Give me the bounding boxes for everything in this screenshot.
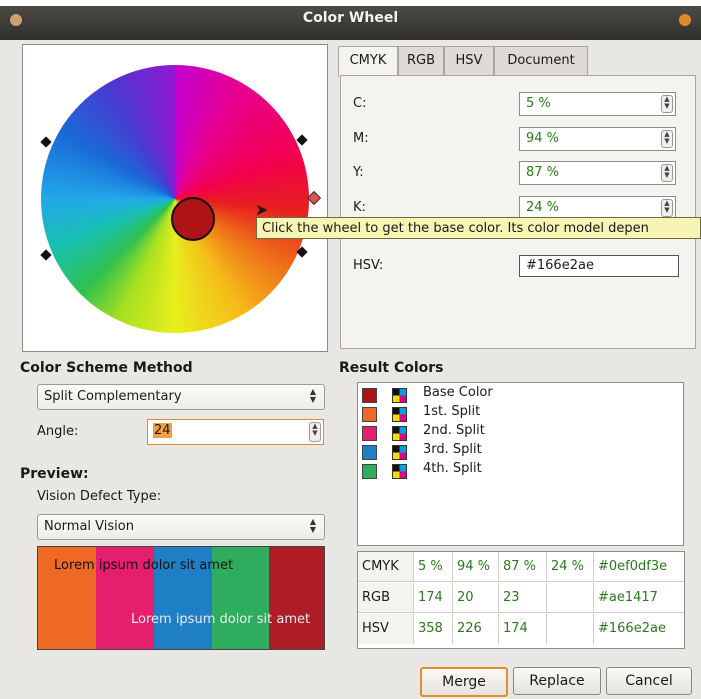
table-cell: 174	[499, 614, 547, 644]
k-stepper-icon[interactable]: ▲ ▼	[661, 199, 673, 217]
table-cell: 87 %	[499, 552, 547, 582]
cmyk-icon	[392, 407, 407, 422]
preview-text-dark: Lorem ipsum dolor sit amet	[54, 558, 234, 573]
cmyk-icon	[392, 388, 407, 403]
replace-button[interactable]: Replace	[513, 667, 601, 695]
preview-text-light: Lorem ipsum dolor sit amet	[131, 612, 311, 627]
m-label: M:	[353, 131, 369, 146]
close-window-icon[interactable]	[679, 14, 691, 26]
y-spinbox[interactable]: 87 % ▲ ▼	[519, 161, 676, 185]
y-stepper-icon[interactable]: ▲ ▼	[661, 164, 673, 182]
table-cell: 24 %	[547, 552, 594, 582]
angle-label: Angle:	[37, 424, 79, 439]
y-label: Y:	[353, 165, 364, 180]
c-spinbox[interactable]: 5 % ▲ ▼	[519, 92, 676, 116]
base-color-marker[interactable]	[171, 197, 215, 241]
k-value: 24 %	[526, 200, 560, 215]
color-wheel-panel: ➤	[22, 44, 328, 352]
cmyk-icon	[392, 445, 407, 460]
table-cell: 5 %	[414, 552, 453, 582]
table-cell: 23	[499, 583, 547, 613]
result-label: 3rd. Split	[423, 442, 482, 457]
result-swatch-1	[362, 388, 377, 403]
cmyk-icon	[392, 464, 407, 479]
table-cell	[547, 614, 594, 644]
tab-cmyk[interactable]: CMYK	[338, 46, 398, 77]
row-header: CMYK	[358, 552, 414, 582]
c-value: 5 %	[526, 96, 551, 111]
preview-strip-5	[269, 547, 324, 649]
angle-spinbox[interactable]: 24 ▲ ▼	[147, 419, 324, 445]
result-swatch-2	[362, 407, 377, 422]
hsv-hex-field[interactable]: #166e2ae	[519, 255, 679, 277]
hsv-hex-value: #166e2ae	[526, 258, 594, 273]
vision-selected: Normal Vision	[44, 519, 134, 534]
window-title: Color Wheel	[302, 10, 399, 26]
c-label: C:	[353, 96, 367, 111]
split-marker-2[interactable]	[40, 249, 52, 261]
preview-area: Lorem ipsum dolor sit amet Lorem ipsum d…	[37, 546, 325, 650]
result-swatch-5	[362, 464, 377, 479]
table-cell: 94 %	[453, 552, 499, 582]
c-stepper-icon[interactable]: ▲ ▼	[661, 95, 673, 113]
result-label: 2nd. Split	[423, 423, 485, 438]
cmyk-icon	[392, 426, 407, 441]
table-cell: 358	[414, 614, 453, 644]
scheme-select[interactable]: Split Complementary ▲ ▼	[37, 384, 325, 410]
vision-defect-select[interactable]: Normal Vision ▲ ▼	[37, 514, 325, 540]
table-cell-hex: #0ef0df3e	[594, 552, 684, 582]
row-header: RGB	[358, 583, 414, 613]
preview-heading: Preview:	[20, 466, 89, 482]
scheme-heading: Color Scheme Method	[20, 360, 193, 376]
scheme-selected: Split Complementary	[44, 389, 182, 404]
result-label: Base Color	[423, 385, 493, 400]
title-bar: Color Wheel	[0, 0, 701, 40]
merge-button[interactable]: Merge	[420, 667, 508, 697]
table-cell	[547, 583, 594, 613]
k-label: K:	[353, 200, 366, 215]
tab-document[interactable]: Document	[494, 46, 588, 75]
cancel-button[interactable]: Cancel	[606, 667, 692, 695]
wheel-tooltip: Click the wheel to get the base color. I…	[256, 217, 701, 239]
vision-defect-label: Vision Defect Type:	[37, 489, 162, 504]
m-value: 94 %	[526, 131, 560, 146]
table-cell: 174	[414, 583, 453, 613]
angle-stepper-icon[interactable]: ▲ ▼	[309, 422, 321, 442]
base-hue-marker[interactable]	[306, 190, 322, 206]
combo-arrows-icon: ▲ ▼	[309, 517, 317, 534]
table-cell: 226	[453, 614, 499, 644]
color-wheel[interactable]	[41, 65, 309, 333]
m-stepper-icon[interactable]: ▲ ▼	[661, 130, 673, 148]
angle-value: 24	[153, 423, 172, 438]
result-label: 4th. Split	[423, 461, 482, 476]
split-marker-3[interactable]	[296, 134, 308, 146]
y-value: 87 %	[526, 165, 560, 180]
result-label: 1st. Split	[423, 404, 481, 419]
row-header: HSV	[358, 614, 414, 644]
tab-hsv[interactable]: HSV	[444, 46, 494, 75]
tab-rgb[interactable]: RGB	[398, 46, 444, 75]
table-cell-hex: #ae1417	[594, 583, 684, 613]
hsv-label: HSV:	[353, 258, 384, 273]
split-marker-1[interactable]	[40, 136, 52, 148]
m-spinbox[interactable]: 94 % ▲ ▼	[519, 127, 676, 151]
color-values-table: CMYK 5 % 94 % 87 % 24 % #0ef0df3e RGB 17…	[357, 551, 685, 649]
result-colors-list: Base Color 1st. Split 2nd. Split 3rd. Sp…	[357, 382, 684, 546]
cmyk-panel: C: 5 % ▲ ▼ M: 94 % ▲ ▼ Y: 87 % ▲ ▼ K: 24 % …	[340, 75, 696, 349]
results-heading: Result Colors	[339, 360, 444, 376]
result-swatch-4	[362, 445, 377, 460]
combo-arrows-icon: ▲ ▼	[309, 387, 317, 404]
result-swatch-3	[362, 426, 377, 441]
table-cell-hex: #166e2ae	[598, 621, 666, 636]
table-cell: 20	[453, 583, 499, 613]
